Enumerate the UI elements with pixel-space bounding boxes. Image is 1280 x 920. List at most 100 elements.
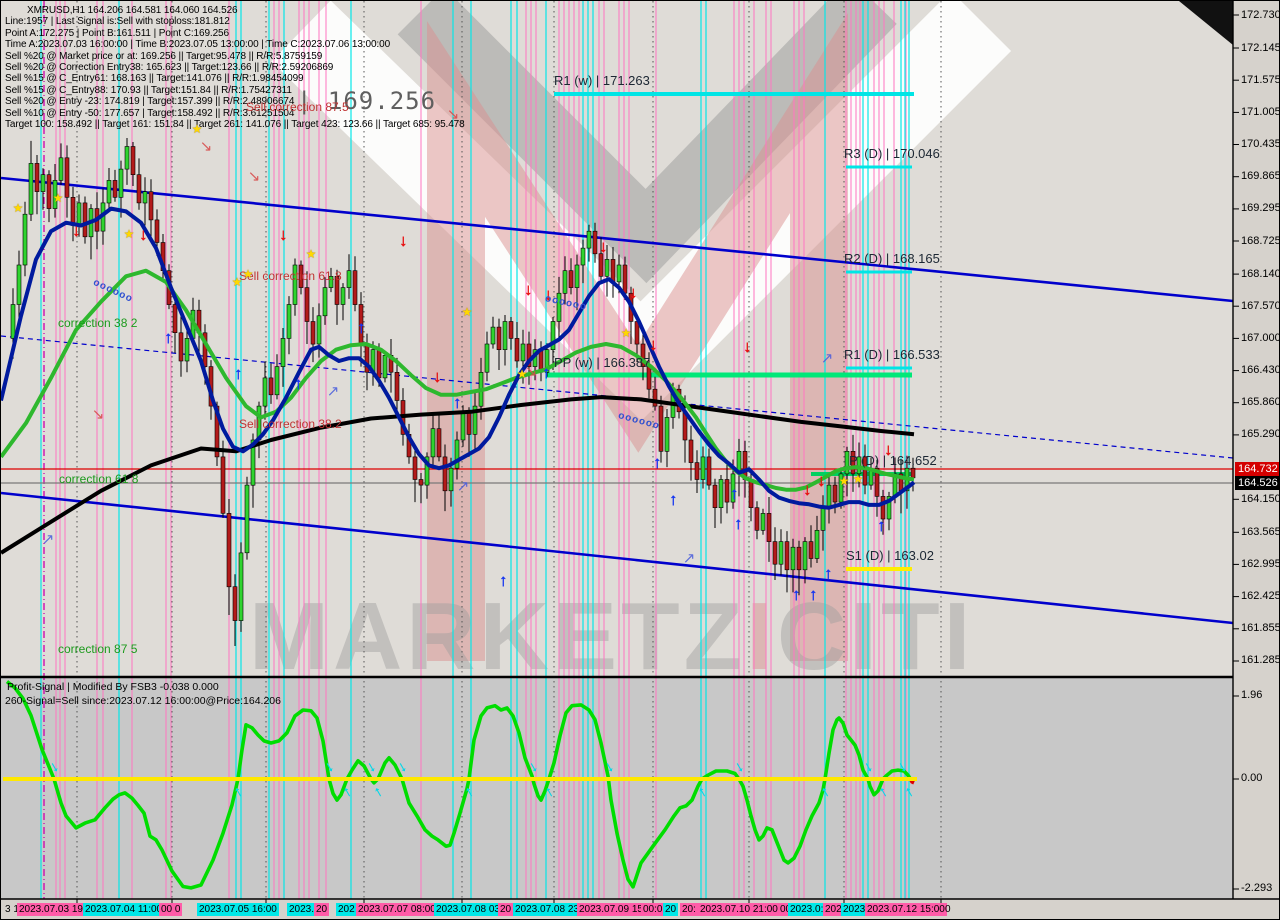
hollow-sell-arrow-icon: ↘ [525, 362, 538, 380]
sell-signal-arrow-icon: ↓ [524, 280, 533, 300]
time-axis-label[interactable]: 2023.07.04 11:00 [83, 903, 164, 916]
star-signal-icon: ★ [53, 191, 64, 205]
buy-signal-arrow-icon: ↑ [877, 516, 886, 536]
info-line-4: Time A:2023.07.03 16:00:00 | Time B:2023… [5, 39, 465, 50]
sell-signal-arrow-icon: ↓ [399, 231, 408, 251]
buy-signal-arrow-icon: ↑ [730, 484, 739, 504]
buy-signal-arrow-icon: ↑ [792, 585, 801, 605]
pivot-label: S1 (D) | 163.02 [846, 548, 934, 563]
star-signal-icon: ★ [13, 201, 24, 215]
star-signal-icon: ★ [839, 474, 850, 488]
pivot-label: R2 (D) | 168.165 [844, 251, 940, 266]
star-signal-icon: ★ [192, 122, 203, 136]
pivot-label: R1 (D) | 166.533 [844, 347, 940, 362]
sell-signal-arrow-icon: ↓ [743, 337, 752, 357]
star-signal-icon: ★ [124, 227, 135, 241]
hollow-buy-arrow-icon: ↗ [821, 349, 834, 367]
star-signal-icon: ★ [243, 267, 254, 281]
price-axis-label: 171.575 [1241, 74, 1280, 86]
time-axis-label[interactable]: 2023.07.05 16:00 [197, 903, 279, 916]
time-axis-label[interactable]: 2023.07.08 23 [513, 903, 581, 916]
price-axis-label: 164.150 [1241, 493, 1280, 505]
time-axis-label[interactable]: 20 [663, 903, 678, 916]
info-line-2: Line:1957 | Last Signal is:Sell with sto… [5, 16, 465, 27]
chart-svg[interactable]: MARKETZICITI [1, 1, 1280, 920]
sell-signal-arrow-icon: ↓ [139, 225, 148, 245]
time-axis-label[interactable]: 00 0 [159, 903, 182, 916]
star-signal-icon: ★ [306, 247, 317, 261]
sell-signal-arrow-icon: ↓ [433, 367, 442, 387]
price-axis-label: 169.865 [1241, 170, 1280, 182]
star-signal-icon: ★ [621, 326, 632, 340]
sell-correction-label: Sell correction 87.5 [246, 100, 349, 114]
alert-price-badge: 164.732 [1235, 462, 1280, 476]
time-axis-label[interactable]: 20 [314, 903, 329, 916]
hollow-buy-arrow-icon: ↗ [457, 477, 470, 495]
oscillator-axis-label: 1.96 [1241, 689, 1262, 701]
hollow-sell-arrow-icon: ↘ [248, 167, 261, 185]
svg-text:MARKETZICITI: MARKETZICITI [249, 583, 974, 690]
price-axis-label: 167.570 [1241, 300, 1280, 312]
sell-correction-label: Sell correction 38.2 [239, 417, 342, 431]
sell-signal-arrow-icon: ↓ [649, 335, 658, 355]
info-line-5: Sell %20 @ Market price or at: 169.256 |… [5, 51, 465, 62]
price-axis-label: 161.855 [1241, 622, 1280, 634]
time-axis-label[interactable]: 2023.07.12 15:00 [865, 903, 947, 916]
price-axis-label: 170.435 [1241, 138, 1280, 150]
price-axis-label: 172.145 [1241, 42, 1280, 54]
star-signal-icon: ★ [232, 275, 243, 289]
time-axis-label[interactable]: 2023.07.09 15: [577, 903, 648, 916]
sell-correction-label: Sell correction 61.8 [239, 269, 342, 283]
hollow-sell-arrow-icon: ↘ [200, 137, 213, 155]
time-axis-label[interactable]: 2023.07.03 19 [17, 903, 85, 916]
fib-correction-label: correction 38 2 [58, 316, 137, 330]
time-axis-label[interactable]: 202 [336, 903, 357, 916]
fib-correction-label: correction 61 8 [59, 472, 138, 486]
buy-signal-arrow-icon: ↑ [809, 585, 818, 605]
oscillator-axis-label: -2.293 [1241, 882, 1272, 894]
star-signal-icon: ★ [853, 472, 864, 486]
oscillator-zero-line[interactable] [3, 777, 917, 781]
chart-canvas[interactable]: MARKETZICITI [1, 1, 1280, 920]
pivot-label: P (D) | 164.652 [849, 453, 937, 468]
time-axis-label[interactable]: 20 [498, 903, 513, 916]
price-axis-label: 163.565 [1241, 526, 1280, 538]
buy-signal-arrow-icon: ↑ [824, 564, 833, 584]
price-axis-label: 168.725 [1241, 235, 1280, 247]
info-line-11: Target 100: 158.492 || Target 161: 151.8… [5, 119, 465, 130]
sell-signal-arrow-icon: ↓ [817, 471, 826, 491]
buy-signal-arrow-icon: ↑ [669, 490, 678, 510]
time-axis-label[interactable]: 2023.07.10 21:00 [698, 903, 780, 916]
subpanel-signal-text: 260-Signal=Sell since:2023.07.12 16:00:0… [5, 695, 281, 708]
price-axis-label: 161.285 [1241, 654, 1280, 666]
oscillator-panel-bg [1, 678, 1233, 899]
price-axis-label: 167.000 [1241, 332, 1280, 344]
time-axis-label[interactable]: 2023 [841, 903, 867, 916]
hollow-buy-arrow-icon: ↗ [683, 549, 696, 567]
pivot-label: PP (w) | 166.387 [554, 355, 650, 370]
buy-signal-arrow-icon: ↑ [542, 363, 551, 383]
time-axis-label[interactable]: 0 [943, 903, 953, 916]
buy-signal-arrow-icon: ↑ [294, 374, 303, 394]
time-axis-label[interactable]: 2023.07.07 08:00 [356, 903, 438, 916]
price-axis-label: 162.995 [1241, 558, 1280, 570]
price-axis-label: 165.290 [1241, 428, 1280, 440]
time-axis-label[interactable]: 20: [680, 903, 698, 916]
buy-signal-arrow-icon: ↑ [164, 328, 173, 348]
price-axis-label: 166.430 [1241, 364, 1280, 376]
time-axis-label[interactable]: 00:0 [641, 903, 664, 916]
sell-signal-arrow-icon: ↓ [72, 221, 81, 241]
sell-signal-arrow-icon: ↓ [803, 480, 812, 500]
star-signal-icon: ★ [462, 305, 473, 319]
price-axis-label: 169.295 [1241, 202, 1280, 214]
info-line-3: Point A:172.275 | Point B:161.511 | Poin… [5, 28, 465, 39]
hollow-buy-arrow-icon: ↗ [327, 382, 340, 400]
price-axis-label: 162.425 [1241, 590, 1280, 602]
buy-signal-arrow-icon: ↑ [734, 514, 743, 534]
sell-signal-arrow-icon: ↓ [279, 225, 288, 245]
sell-signal-arrow-icon: ↓ [599, 237, 608, 257]
hollow-sell-arrow-icon: ↘ [447, 105, 460, 123]
price-axis-label: 165.860 [1241, 396, 1280, 408]
info-line-6: Sell %20 @ Correction Entry38: 165.623 |… [5, 62, 465, 73]
time-axis-label[interactable]: 2023.0: [788, 903, 825, 916]
